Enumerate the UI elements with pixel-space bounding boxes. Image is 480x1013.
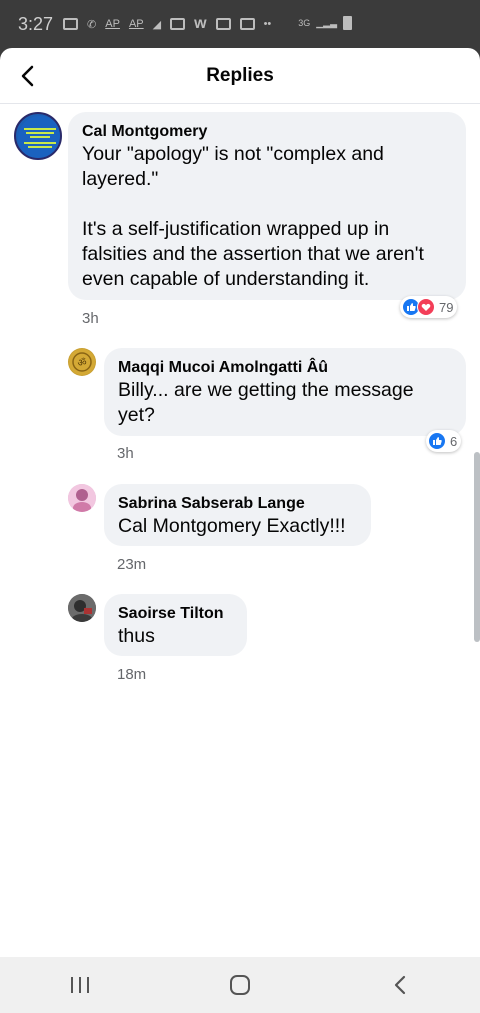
back-nav-button[interactable] — [370, 965, 430, 1005]
comment-text: Billy... are we getting the message yet? — [118, 379, 419, 426]
notification-icons: ✆ AP AP ◢ w •• — [63, 15, 271, 33]
comment-bubble[interactable]: Maqqi Mucoi Amolngatti Âû Billy... are w… — [104, 348, 466, 436]
avatar[interactable]: ॐ — [68, 348, 96, 376]
recent-apps-icon — [71, 977, 89, 993]
image-icon — [215, 18, 231, 30]
comment-bubble[interactable]: Saoirse Tilton thus — [104, 594, 247, 656]
avatar-image — [68, 594, 96, 622]
reaction-count: 6 — [450, 433, 458, 449]
comment-author[interactable]: Saoirse Tilton — [118, 603, 233, 624]
avatar-image: ॐ — [69, 349, 95, 375]
comment-time[interactable]: 18m — [117, 666, 146, 683]
comment-author[interactable]: Maqqi Mucoi Amolngatti Âû — [118, 357, 452, 378]
reaction-count: 79 — [439, 299, 454, 315]
signal-icon: ▁▂▃ — [316, 17, 337, 28]
back-icon — [394, 975, 406, 995]
back-button[interactable] — [12, 60, 44, 92]
reactions-badge[interactable]: 6 — [426, 430, 462, 452]
comment-time[interactable]: 3h — [117, 445, 134, 462]
avatar-image — [68, 484, 96, 512]
comment-text: Your "apology" is not "complex and layer… — [82, 143, 424, 290]
comment-bubble[interactable]: Sabrina Sabserab Lange Cal Montgomery Ex… — [104, 484, 371, 546]
w-icon: w — [194, 15, 207, 32]
avatar-image — [18, 116, 60, 158]
cast-icon — [170, 18, 186, 30]
browser-icon — [239, 18, 255, 30]
recent-apps-button[interactable] — [50, 965, 110, 1005]
message-icon — [63, 18, 79, 30]
comment-author[interactable]: Sabrina Sabserab Lange — [118, 493, 357, 514]
chart-icon: ◢ — [152, 18, 162, 31]
avatar[interactable] — [68, 594, 96, 622]
scrollbar[interactable] — [474, 452, 480, 642]
status-bar: 3:27 ✆ AP AP ◢ w •• 3G ▁▂▃ — [0, 0, 480, 48]
home-icon — [230, 975, 250, 995]
battery-icon — [343, 16, 352, 30]
comment-time[interactable]: 23m — [117, 556, 146, 573]
avatar[interactable] — [14, 112, 62, 160]
comment-time[interactable]: 3h — [82, 310, 99, 327]
like-icon — [428, 432, 446, 450]
comment-author[interactable]: Cal Montgomery — [82, 121, 452, 142]
comment-bubble[interactable]: Cal Montgomery Your "apology" is not "co… — [68, 112, 466, 300]
more-icon: •• — [263, 18, 272, 30]
avatar[interactable] — [68, 484, 96, 512]
ap-icon: AP — [128, 18, 144, 30]
system-nav-bar — [0, 957, 480, 1013]
header: Replies — [0, 48, 480, 104]
page-title: Replies — [206, 64, 274, 86]
svg-text:ॐ: ॐ — [77, 357, 86, 369]
replies-sheet: Replies Cal Montgomery Your "apology" is… — [0, 48, 480, 957]
comment-text: thus — [118, 625, 155, 647]
network-type: 3G — [298, 18, 311, 28]
reactions-badge[interactable]: 79 — [400, 296, 458, 318]
status-time: 3:27 — [18, 13, 54, 34]
love-icon — [417, 298, 435, 316]
home-button[interactable] — [210, 965, 270, 1005]
ap-icon: AP — [105, 18, 120, 30]
comment-text: Cal Montgomery Exactly!!! — [118, 515, 346, 537]
chevron-left-icon — [21, 65, 34, 87]
wifi-call-icon: ✆ — [87, 18, 97, 31]
